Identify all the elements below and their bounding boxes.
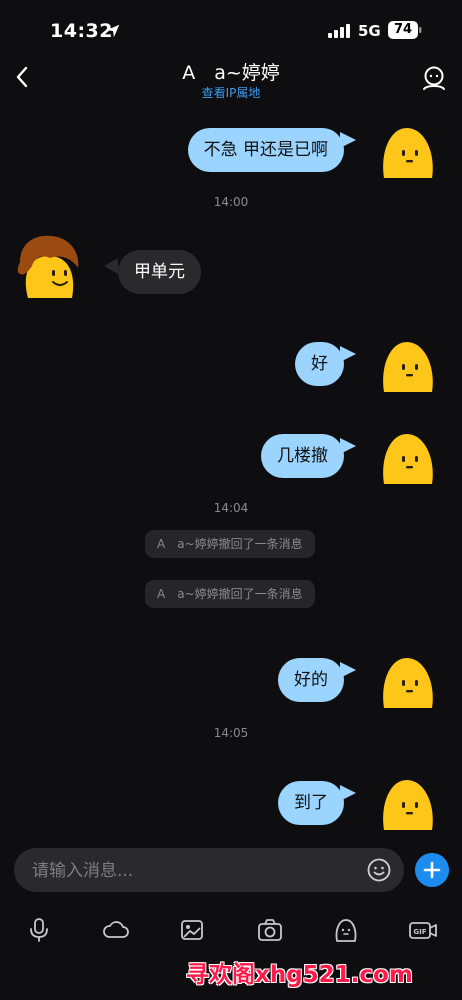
profile-icon[interactable] xyxy=(420,64,448,92)
cloud-icon[interactable] xyxy=(101,916,131,944)
recall-notice: A a~婷婷撤回了一条消息 xyxy=(145,580,315,608)
recall-notice: A a~婷婷撤回了一条消息 xyxy=(145,530,315,558)
input-toolbar: GIF xyxy=(0,910,462,950)
self-avatar[interactable] xyxy=(376,336,438,398)
emoji-icon[interactable] xyxy=(366,857,392,883)
message-timestamp: 14:00 xyxy=(213,195,249,209)
status-bar: 14:32 5G 74 xyxy=(0,0,462,60)
self-avatar[interactable] xyxy=(376,122,438,184)
sticker-icon[interactable] xyxy=(332,916,360,944)
contact-avatar[interactable] xyxy=(14,232,84,302)
battery-level: 74 xyxy=(393,22,413,37)
signal-icon xyxy=(328,24,350,38)
plus-icon[interactable] xyxy=(415,853,449,887)
message-input[interactable] xyxy=(30,848,354,894)
microphone-icon[interactable] xyxy=(25,916,53,944)
self-avatar[interactable] xyxy=(376,774,438,836)
ip-location-link[interactable]: 查看IP属地 xyxy=(0,84,462,101)
incoming-message-bubble[interactable]: 甲单元 xyxy=(118,250,201,294)
svg-text:GIF: GIF xyxy=(413,928,426,936)
chat-title: A a~婷婷 xyxy=(182,62,280,84)
outgoing-message-bubble[interactable]: 到了 xyxy=(278,781,344,825)
message-timestamp: 14:04 xyxy=(213,501,249,515)
self-avatar[interactable] xyxy=(376,428,438,490)
watermark-text: 寻欢阁xhg521.com xyxy=(186,962,413,988)
network-type: 5G xyxy=(358,22,381,40)
message-timestamp: 14:05 xyxy=(213,726,249,740)
image-icon[interactable] xyxy=(178,916,206,944)
outgoing-message-bubble[interactable]: 不急 甲还是已啊 xyxy=(187,128,344,172)
outgoing-message-bubble[interactable]: 好 xyxy=(295,342,344,386)
camera-icon[interactable] xyxy=(256,916,284,944)
outgoing-message-bubble[interactable]: 几楼撤 xyxy=(261,434,344,478)
chat-header: A a~婷婷 查看IP属地 xyxy=(0,56,462,106)
self-avatar[interactable] xyxy=(376,652,438,714)
message-input-container xyxy=(14,848,404,894)
outgoing-message-bubble[interactable]: 好的 xyxy=(278,658,344,702)
gif-icon[interactable]: GIF xyxy=(408,916,438,944)
location-arrow-icon xyxy=(106,24,120,38)
